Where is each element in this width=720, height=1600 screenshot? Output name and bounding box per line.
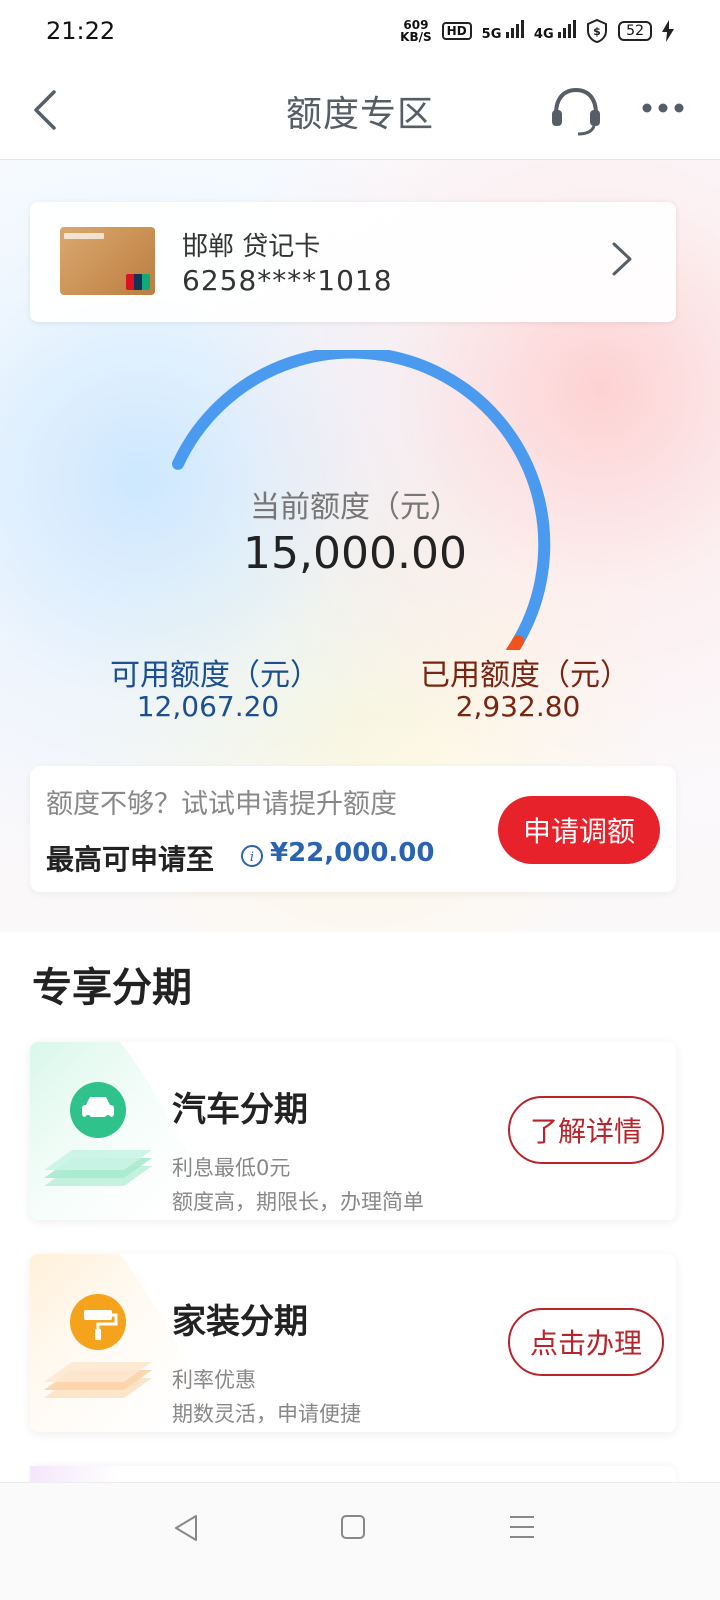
- upgrade-prefix: 最高可申请至: [46, 843, 215, 876]
- gauge-used-arc: [505, 635, 525, 650]
- unionpay-logo: [126, 274, 150, 290]
- charging-icon: [662, 20, 674, 42]
- nav-home-icon[interactable]: [340, 1513, 366, 1541]
- vpn-shield-icon: $: [587, 19, 608, 43]
- signal-5g-label: 5G: [481, 27, 502, 42]
- nav-back-icon[interactable]: [172, 1513, 200, 1543]
- net-speed: 609 KB/S: [400, 19, 431, 43]
- signal-bars-icon: [505, 20, 524, 38]
- car-icon: [44, 1082, 152, 1186]
- svg-text:i: i: [250, 850, 254, 865]
- promo-card-home-decoration[interactable]: 家装分期 利率优惠 期数灵活，申请便捷 点击办理: [30, 1254, 676, 1432]
- card-name: 邯郸 贷记卡: [182, 232, 321, 262]
- card-thumbnail: [60, 227, 155, 295]
- net-speed-unit: KB/S: [400, 30, 432, 44]
- signal-5g-icon: 5G: [482, 20, 524, 42]
- nav-bar: 额度专区: [0, 62, 720, 160]
- battery-icon: 52: [618, 21, 652, 41]
- promo-subtitle: 利息最低0元: [172, 1156, 291, 1180]
- available-limit-label: 可用额度（元）: [110, 658, 320, 693]
- promo-description: 期数灵活，申请便捷: [172, 1402, 361, 1426]
- used-limit-label: 已用额度（元）: [420, 658, 630, 693]
- used-limit-value: 2,932.80: [455, 690, 581, 723]
- page-title: 额度专区: [285, 93, 434, 135]
- customer-service-icon[interactable]: [550, 86, 602, 136]
- promo-description: 额度高，期限长，办理简单: [172, 1190, 424, 1214]
- section-title: 专享分期: [32, 965, 192, 1011]
- nav-menu-icon[interactable]: [508, 1513, 536, 1541]
- promo-card-car[interactable]: 汽车分期 利息最低0元 额度高，期限长，办理简单 了解详情: [30, 1042, 676, 1220]
- card-selector[interactable]: 邯郸 贷记卡 6258****1018: [30, 202, 676, 322]
- promo-title: 家装分期: [172, 1302, 308, 1342]
- svg-text:$: $: [593, 25, 601, 38]
- upgrade-hint: 额度不够？试试申请提升额度: [46, 789, 397, 820]
- system-nav-bar: [0, 1482, 720, 1600]
- current-limit-value: 15,000.00: [243, 528, 467, 579]
- paint-roller-icon: [44, 1294, 152, 1398]
- info-icon[interactable]: i: [240, 844, 264, 868]
- hd-icon: HD: [441, 22, 472, 40]
- available-limit-value: 12,067.20: [136, 690, 280, 723]
- signal-4g-label: 4G: [533, 27, 554, 42]
- card-number: 6258****1018: [182, 264, 393, 297]
- credit-limit-panel: 邯郸 贷记卡 6258****1018 当前额度（元） 15,000.00 可用…: [0, 160, 720, 932]
- signal-bars-icon: [558, 20, 577, 38]
- apply-now-button[interactable]: 点击办理: [508, 1308, 664, 1376]
- back-icon[interactable]: [28, 88, 68, 132]
- chevron-right-icon: [612, 242, 632, 276]
- current-limit-label: 当前额度（元）: [250, 490, 460, 525]
- learn-more-button[interactable]: 了解详情: [508, 1096, 664, 1164]
- limit-upgrade-card: 额度不够？试试申请提升额度 最高可申请至 i ¥22,000.00 申请调额: [30, 766, 676, 892]
- promo-title: 汽车分期: [172, 1090, 308, 1130]
- status-time: 21:22: [46, 17, 116, 45]
- promo-subtitle: 利率优惠: [172, 1368, 256, 1392]
- upgrade-max-amount: ¥22,000.00: [270, 838, 435, 868]
- more-icon[interactable]: [640, 100, 686, 116]
- icbc-logo: [64, 233, 104, 239]
- signal-4g-icon: 4G: [533, 20, 577, 42]
- apply-limit-increase-button[interactable]: 申请调额: [498, 796, 660, 864]
- status-icons: 609 KB/S HD 5G 4G $ 52: [400, 19, 674, 43]
- status-bar: 21:22 609 KB/S HD 5G 4G $ 52: [0, 0, 720, 62]
